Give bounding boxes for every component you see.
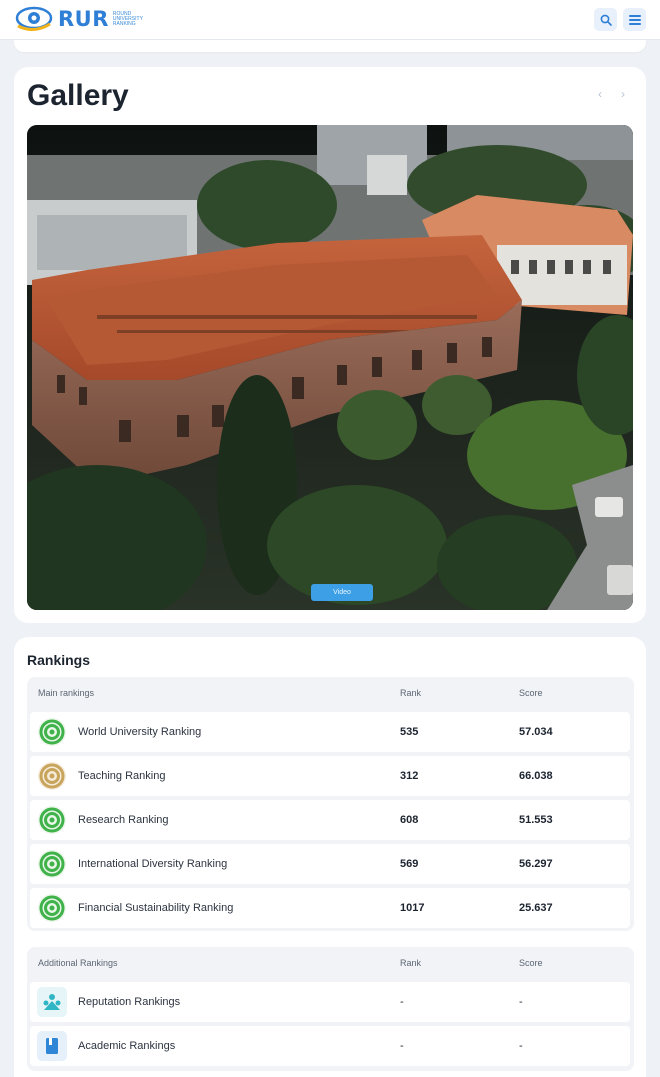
rankings-title: Rankings [27,652,91,668]
column-header-score: Score [519,958,543,968]
logo-subtext: Round University Ranking [112,10,143,27]
ranking-badge-icon [38,894,66,922]
column-header-name: Additional Rankings [38,958,118,968]
ranking-name: Research Ranking [78,814,169,826]
ranking-score: 25.637 [519,902,553,914]
table-row[interactable]: Reputation Rankings - - [30,982,630,1022]
ranking-score: 51.553 [519,814,553,826]
logo-text: RUR [58,7,109,31]
campus-photo-illustration [27,125,633,610]
main-rankings-table: Main rankings Rank Score World Universit… [27,677,634,931]
ranking-rank: 312 [400,770,419,782]
table-row[interactable]: Financial Sustainability Ranking 1017 25… [30,888,630,928]
top-header: RUR Round University Ranking [0,0,660,40]
chevron-left-icon: ‹ [598,87,602,101]
ranking-score: 66.038 [519,770,553,782]
column-header-name: Main rankings [38,688,95,698]
ranking-name: Teaching Ranking [78,770,166,782]
column-header-rank: Rank [400,688,422,698]
gallery-card: Gallery ‹ › Video [14,67,646,623]
gallery-prev-button[interactable]: ‹ [591,85,609,103]
hamburger-menu-icon [628,14,641,25]
gallery-title: Gallery [27,79,129,112]
ranking-rank: 535 [400,726,419,738]
site-logo[interactable]: RUR Round University Ranking [14,4,153,34]
gallery-next-button[interactable]: › [614,85,632,103]
table-row[interactable]: Research Ranking 608 51.553 [30,800,630,840]
menu-button[interactable] [623,8,646,31]
ranking-score: - [519,996,523,1008]
ranking-badge-icon [38,850,66,878]
ranking-rank: - [400,1040,404,1052]
previous-card-bottom [14,40,646,52]
ranking-score: 56.297 [519,858,553,870]
ranking-score: 57.034 [519,726,553,738]
table-row[interactable]: Teaching Ranking 312 66.038 [30,756,630,796]
table-row[interactable]: World University Ranking 535 57.034 [30,712,630,752]
table-header: Additional Rankings Rank Score [27,947,634,977]
table-header: Main rankings Rank Score [27,677,634,707]
book-icon [37,1031,67,1061]
ranking-rank: 1017 [400,902,425,914]
reputation-icon [37,987,67,1017]
search-icon [600,14,612,26]
table-row[interactable]: Academic Rankings - - [30,1026,630,1066]
column-header-rank: Rank [400,958,422,968]
chevron-right-icon: › [621,87,625,101]
ranking-badge-icon [38,762,66,790]
campus-aerial-photo[interactable]: Video [27,125,633,610]
ranking-name: Academic Rankings [78,1040,176,1052]
ranking-name: World University Ranking [78,726,202,738]
ranking-badge-icon [38,806,66,834]
rankings-card: Rankings Main rankings Rank Score World … [14,637,646,1077]
ranking-badge-icon [38,718,66,746]
ranking-rank: 608 [400,814,419,826]
logo-eye-icon [15,6,53,31]
video-badge[interactable]: Video [311,584,373,601]
ranking-score: - [519,1040,523,1052]
ranking-name: Reputation Rankings [78,996,181,1008]
additional-rankings-table: Additional Rankings Rank Score Reputatio… [27,947,634,1071]
column-header-score: Score [519,688,543,698]
ranking-name: Financial Sustainability Ranking [78,902,234,914]
ranking-rank: - [400,996,404,1008]
search-button[interactable] [594,8,617,31]
ranking-name: International Diversity Ranking [78,858,228,870]
table-row[interactable]: International Diversity Ranking 569 56.2… [30,844,630,884]
ranking-rank: 569 [400,858,419,870]
